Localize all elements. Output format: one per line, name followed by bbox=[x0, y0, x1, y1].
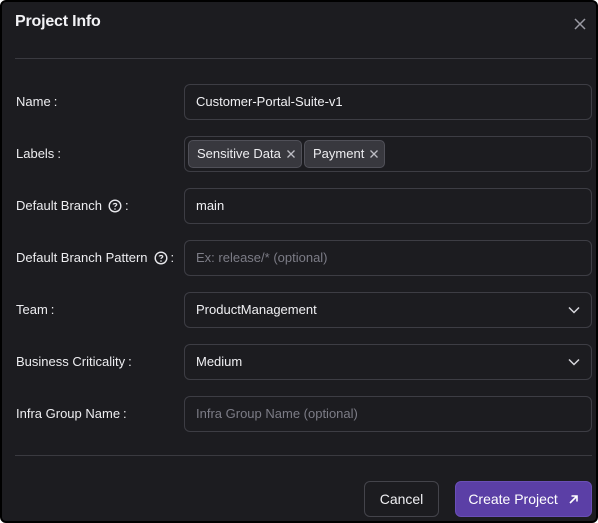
label-colon: : bbox=[50, 302, 55, 317]
default-branch-pattern-row: Default Branch Pattern : Ex: release/* (… bbox=[2, 240, 598, 276]
infra-group-name-label: Infra Group Name: bbox=[16, 396, 127, 432]
cancel-button-label: Cancel bbox=[379, 491, 424, 507]
default-branch-pattern-placeholder: Ex: release/* (optional) bbox=[196, 250, 328, 265]
name-row: Name: Customer-Portal-Suite-v1 bbox=[2, 84, 598, 120]
arrow-up-right-icon bbox=[569, 495, 578, 504]
team-row: Team: ProductManagement bbox=[2, 292, 598, 328]
close-icon[interactable] bbox=[570, 14, 590, 34]
remove-chip-icon[interactable] bbox=[286, 149, 296, 159]
label-chip: Sensitive Data bbox=[188, 140, 302, 168]
default-branch-row: Default Branch : main bbox=[2, 188, 598, 224]
chevron-down-icon bbox=[568, 306, 580, 314]
label-colon: : bbox=[123, 406, 127, 421]
name-label-text: Name bbox=[16, 94, 51, 109]
label-colon: : bbox=[57, 146, 61, 161]
label-chip-text: Payment bbox=[313, 146, 365, 161]
labels-row: Labels: Sensitive Data Payment bbox=[2, 136, 598, 172]
labels-label: Labels: bbox=[16, 136, 61, 172]
label-colon: : bbox=[125, 198, 129, 213]
name-label: Name: bbox=[16, 84, 57, 120]
team-label-text: Team bbox=[16, 302, 48, 317]
default-branch-pattern-input[interactable]: Ex: release/* (optional) bbox=[184, 240, 592, 276]
label-colon: : bbox=[53, 94, 58, 109]
default-branch-value: main bbox=[196, 198, 225, 213]
infra-group-name-placeholder: Infra Group Name (optional) bbox=[196, 406, 358, 421]
labels-label-text: Labels bbox=[16, 146, 55, 161]
default-branch-input[interactable]: main bbox=[184, 188, 592, 224]
default-branch-pattern-label-text: Default Branch Pattern bbox=[16, 250, 148, 265]
label-chip-text: Sensitive Data bbox=[197, 146, 281, 161]
footer-divider bbox=[15, 455, 592, 456]
cancel-button[interactable]: Cancel bbox=[364, 481, 439, 517]
label-colon: : bbox=[128, 354, 132, 369]
help-circle-icon[interactable] bbox=[154, 251, 168, 265]
business-criticality-label: Business Criticality: bbox=[16, 344, 132, 380]
header-divider bbox=[15, 58, 592, 59]
project-info-dialog: Project Info Name: Customer-Portal-Suite… bbox=[0, 0, 598, 523]
remove-chip-icon[interactable] bbox=[369, 149, 379, 159]
team-label: Team: bbox=[16, 292, 54, 328]
create-project-button[interactable]: Create Project bbox=[455, 481, 592, 517]
create-project-button-label: Create Project bbox=[468, 491, 558, 507]
default-branch-label-text: Default Branch bbox=[16, 198, 102, 213]
team-select-value: ProductManagement bbox=[196, 302, 317, 317]
team-select[interactable]: ProductManagement bbox=[184, 292, 592, 328]
dialog-title: Project Info bbox=[15, 13, 101, 30]
chevron-down-icon bbox=[568, 358, 580, 366]
name-input-value: Customer-Portal-Suite-v1 bbox=[196, 94, 343, 109]
labels-input[interactable]: Sensitive Data Payment bbox=[184, 136, 592, 172]
default-branch-pattern-label: Default Branch Pattern : bbox=[16, 240, 174, 276]
name-input[interactable]: Customer-Portal-Suite-v1 bbox=[184, 84, 592, 120]
business-criticality-select[interactable]: Medium bbox=[184, 344, 592, 380]
infra-group-name-input[interactable]: Infra Group Name (optional) bbox=[184, 396, 592, 432]
help-circle-icon[interactable] bbox=[108, 199, 122, 213]
business-criticality-value: Medium bbox=[196, 354, 243, 369]
infra-group-name-row: Infra Group Name: Infra Group Name (opti… bbox=[2, 396, 598, 432]
infra-group-name-label-text: Infra Group Name bbox=[16, 406, 121, 421]
business-criticality-row: Business Criticality: Medium bbox=[2, 344, 598, 380]
label-colon: : bbox=[170, 250, 175, 265]
default-branch-label: Default Branch : bbox=[16, 188, 129, 224]
label-chip: Payment bbox=[304, 140, 386, 168]
business-criticality-label-text: Business Criticality bbox=[16, 354, 126, 369]
